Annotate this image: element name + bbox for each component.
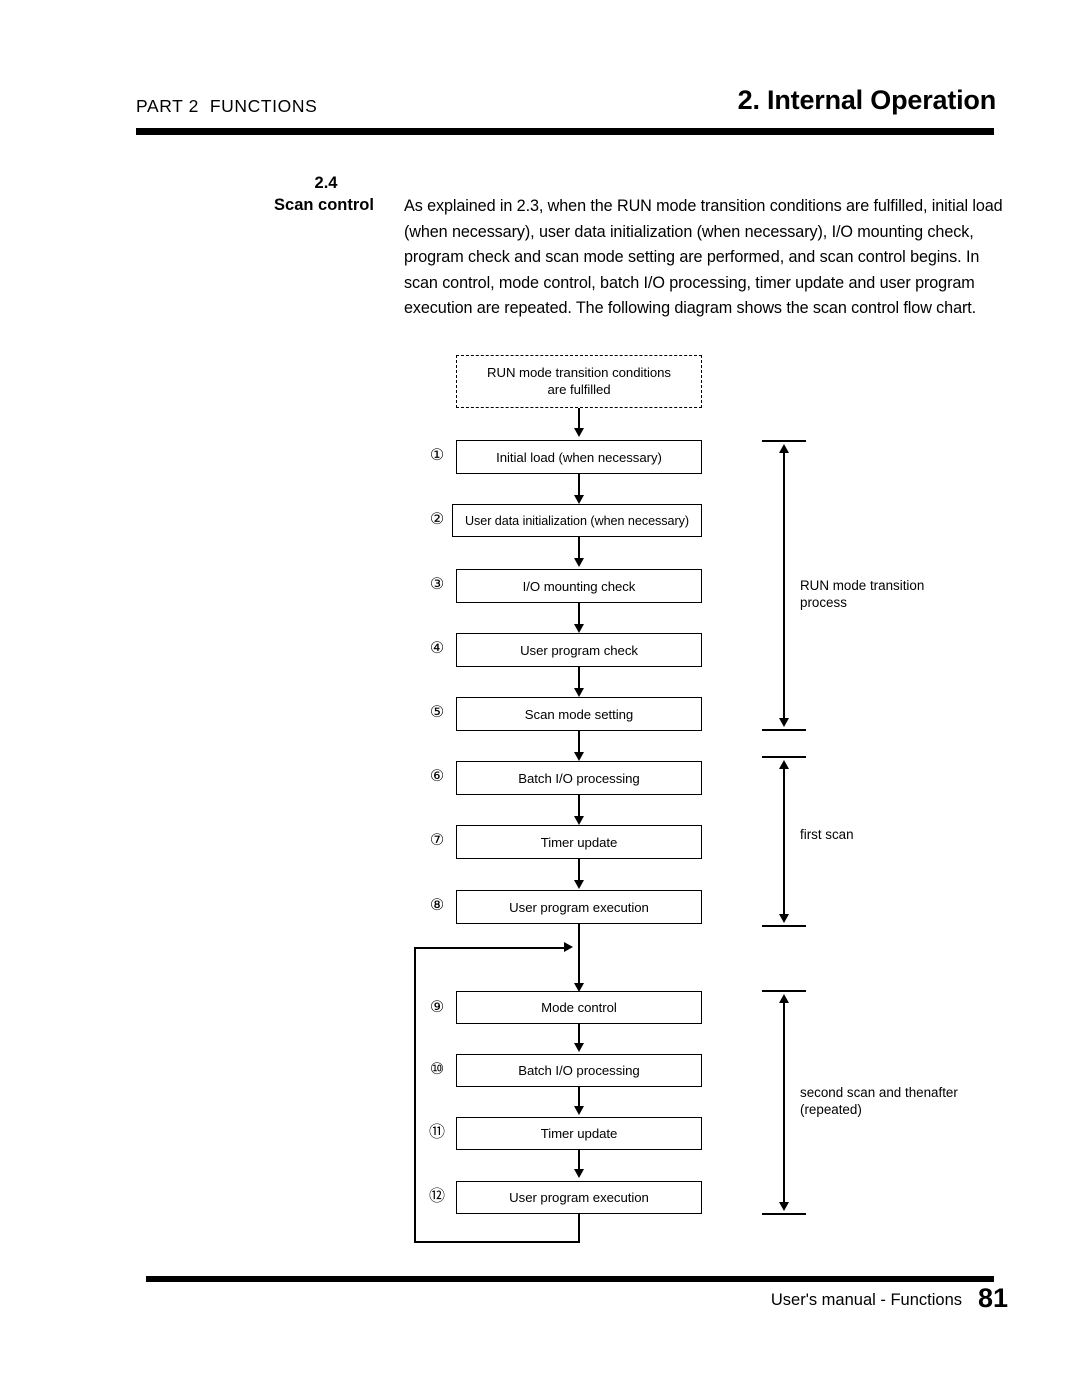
flow-step-box-8: User program execution xyxy=(456,890,702,924)
flow-step-number-9: ⑨ xyxy=(429,999,445,1016)
flow-step-label-7: Timer update xyxy=(540,834,618,850)
flow-arrow-down-icon xyxy=(573,1169,584,1178)
flow-step-box-10: Batch I/O processing xyxy=(456,1054,702,1087)
flow-arrow-right-icon xyxy=(564,942,573,952)
bracket-cap-top xyxy=(762,756,806,759)
flow-connector xyxy=(578,924,580,986)
flow-connector xyxy=(578,1024,580,1045)
flow-start-line2: are fulfilled xyxy=(547,381,611,397)
bracket-arrow-down-icon xyxy=(778,1202,789,1211)
flow-arrow-down-icon xyxy=(573,428,584,437)
flow-start-line1: RUN mode transition conditions xyxy=(487,365,671,380)
footer-manual-name: User's manual - Functions xyxy=(770,1291,962,1309)
flow-step-box-7: Timer update xyxy=(456,825,702,859)
page-number: 81 xyxy=(977,1283,1008,1313)
flow-step-label-12: User program execution xyxy=(509,1190,649,1205)
flow-arrow-down-icon xyxy=(573,816,584,825)
bracket-cap-bottom xyxy=(762,729,806,732)
bracket-stem xyxy=(783,452,785,720)
flow-step-number-2: ② xyxy=(429,511,445,528)
flow-step-number-10: ⑩ xyxy=(429,1061,445,1078)
bracket-stem xyxy=(783,1002,785,1204)
flow-step-box-9: Mode control xyxy=(456,991,702,1024)
flow-arrow-down-icon xyxy=(573,1043,584,1052)
bracket-cap-bottom xyxy=(762,925,806,928)
flow-arrow-down-icon xyxy=(573,880,584,889)
flow-step-box-6: Batch I/O processing xyxy=(456,761,702,795)
flow-step-number-12: ⑫ xyxy=(428,1188,445,1205)
flow-step-label-2: User data initialization (when necessary… xyxy=(464,513,690,528)
flow-step-number-3: ③ xyxy=(429,576,445,593)
flow-step-label-6: Batch I/O processing xyxy=(518,770,640,786)
flow-step-number-5: ⑤ xyxy=(429,704,445,721)
bracket-cap-top xyxy=(762,990,806,993)
flow-step-box-3: I/O mounting check xyxy=(456,569,702,603)
flow-loop-top-segment xyxy=(414,947,566,949)
flow-loop-down-segment xyxy=(578,1214,580,1242)
flow-step-label-4: User program check xyxy=(520,642,638,658)
flow-loop-left-segment xyxy=(414,947,416,1243)
flow-connector xyxy=(578,408,580,430)
flow-arrow-down-icon xyxy=(573,624,584,633)
flow-step-label-5: Scan mode setting xyxy=(524,706,634,722)
bracket-label-3: second scan and thenafter (repeated) xyxy=(800,1085,958,1117)
bracket-cap-top xyxy=(762,440,806,443)
flow-arrow-down-icon xyxy=(573,1106,584,1115)
flow-step-number-1: ① xyxy=(429,447,445,464)
flow-step-box-4: User program check xyxy=(456,633,702,667)
bracket-cap-bottom xyxy=(762,1213,806,1216)
footer-divider xyxy=(146,1276,994,1282)
scan-control-flow-chart: RUN mode transition conditions are fulfi… xyxy=(0,0,1080,1397)
flow-step-number-4: ④ xyxy=(429,640,445,657)
flow-step-box-12: User program execution xyxy=(456,1181,702,1214)
flow-step-number-8: ⑧ xyxy=(429,897,445,914)
flow-step-label-8: User program execution xyxy=(509,899,649,915)
flow-step-number-6: ⑥ xyxy=(429,768,445,785)
flow-arrow-down-icon xyxy=(573,495,584,504)
bracket-arrow-down-icon xyxy=(778,718,789,727)
bracket-arrow-down-icon xyxy=(778,914,789,923)
bracket-label-1: RUN mode transition process xyxy=(800,578,925,610)
bracket-stem xyxy=(783,768,785,916)
flow-step-box-1: Initial load (when necessary) xyxy=(456,440,702,474)
flow-arrow-down-icon xyxy=(573,752,584,761)
flow-step-label-9: Mode control xyxy=(541,1000,617,1015)
flow-step-number-11: ⑪ xyxy=(428,1124,445,1141)
flow-arrow-down-icon xyxy=(573,688,584,697)
flow-step-label-11: Timer update xyxy=(540,1126,618,1141)
flow-start-box: RUN mode transition conditions are fulfi… xyxy=(456,355,702,408)
bracket-label-2: first scan xyxy=(800,827,854,842)
flow-step-box-2: User data initialization (when necessary… xyxy=(452,504,702,537)
flow-step-number-7: ⑦ xyxy=(429,832,445,849)
flow-loop-bottom-segment xyxy=(414,1241,580,1243)
flow-step-box-5: Scan mode setting xyxy=(456,697,702,731)
flow-step-box-11: Timer update xyxy=(456,1117,702,1150)
flow-step-label-1: Initial load (when necessary) xyxy=(496,449,662,465)
flow-arrow-down-icon xyxy=(573,558,584,567)
flow-step-label-10: Batch I/O processing xyxy=(518,1063,640,1078)
flow-connector xyxy=(578,1150,580,1171)
flow-connector xyxy=(578,1087,580,1108)
flow-step-label-3: I/O mounting check xyxy=(522,578,636,594)
